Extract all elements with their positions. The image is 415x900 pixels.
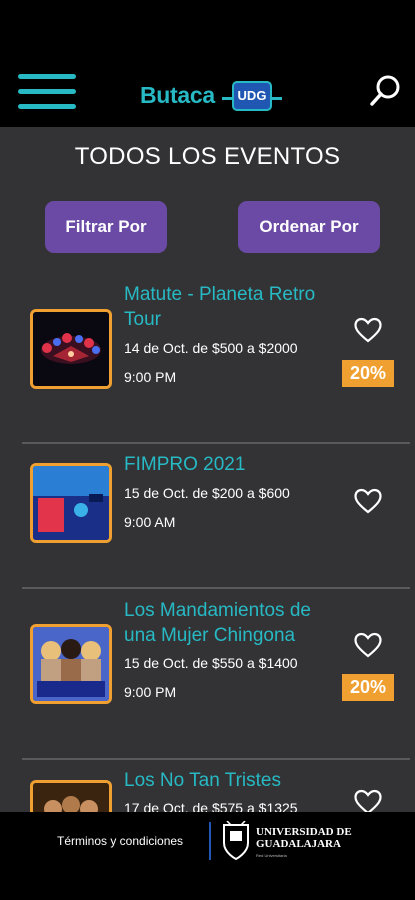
search-icon[interactable]	[368, 74, 402, 108]
app-screen: Butaca UDG TODOS LOS EVENTOS Filtrar Por…	[0, 0, 415, 900]
event-title[interactable]: Los No Tan Tristes	[124, 768, 324, 793]
event-thumbnail	[30, 463, 112, 543]
event-card-matute[interactable]: Matute - Planeta Retro Tour 14 de Oct. d…	[0, 280, 415, 430]
event-date-price: 15 de Oct. de $200 a $600	[124, 485, 290, 501]
footer: Términos y condiciones UNIVERSIDAD DE GU…	[0, 812, 415, 900]
list-divider	[22, 587, 410, 589]
event-date-price: 15 de Oct. de $550 a $1400	[124, 655, 298, 671]
university-name: UNIVERSIDAD DE GUADALAJARA	[256, 826, 352, 850]
event-thumbnail	[30, 624, 112, 704]
filter-button[interactable]: Filtrar Por	[45, 201, 167, 253]
university-seal-icon	[221, 820, 251, 861]
event-thumbnail	[30, 309, 112, 389]
heart-outline-icon[interactable]	[354, 632, 382, 658]
event-title[interactable]: FIMPRO 2021	[124, 452, 324, 477]
hamburger-menu-icon[interactable]	[18, 72, 76, 112]
event-card-fimpro[interactable]: FIMPRO 2021 15 de Oct. de $200 a $600 9:…	[0, 450, 415, 600]
list-divider	[22, 758, 410, 760]
event-date-price: 14 de Oct. de $500 a $2000	[124, 340, 298, 356]
event-time: 9:00 AM	[124, 514, 176, 530]
sort-button[interactable]: Ordenar Por	[238, 201, 380, 253]
heart-outline-icon[interactable]	[354, 488, 382, 514]
event-time: 9:00 PM	[124, 684, 177, 700]
university-subtitle: Red Universitaria	[256, 853, 287, 858]
event-title[interactable]: Matute - Planeta Retro Tour	[124, 282, 324, 332]
discount-badge: 20%	[342, 674, 394, 701]
app-logo[interactable]: Butaca UDG	[140, 78, 282, 114]
heart-outline-icon[interactable]	[354, 317, 382, 343]
footer-separator	[209, 822, 211, 860]
event-time: 9:00 PM	[124, 369, 177, 385]
event-title[interactable]: Los Mandamientos de una Mujer Chingona	[124, 598, 324, 648]
top-bar: Butaca UDG	[0, 0, 415, 127]
logo-badge: UDG	[232, 81, 272, 111]
list-divider	[22, 442, 410, 444]
logo-text: Butaca	[140, 82, 215, 108]
discount-badge: 20%	[342, 360, 394, 387]
terms-link[interactable]: Términos y condiciones	[57, 834, 183, 848]
page-title: TODOS LOS EVENTOS	[74, 143, 341, 170]
event-card-mandamientos[interactable]: Los Mandamientos de una Mujer Chingona 1…	[0, 596, 415, 746]
